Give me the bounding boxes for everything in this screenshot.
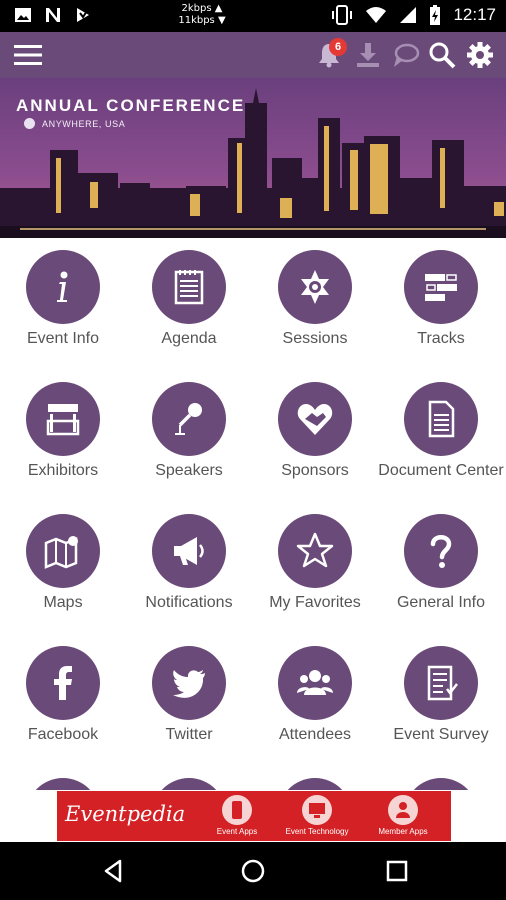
tracks-icon bbox=[404, 250, 478, 324]
chat-icon[interactable] bbox=[391, 40, 421, 70]
tile-agenda[interactable]: Agenda bbox=[126, 250, 252, 349]
network-speed: 2kbps ▲ 11kbps ▼ bbox=[172, 3, 232, 27]
phone-icon bbox=[222, 795, 252, 825]
tile-notifications[interactable]: Notifications bbox=[126, 514, 252, 613]
tile-partial[interactable] bbox=[0, 778, 126, 790]
menu-icon[interactable] bbox=[14, 43, 42, 67]
tile-label: Tracks bbox=[417, 330, 465, 347]
ad-item-label: Member Apps bbox=[378, 827, 428, 836]
tile-tracks[interactable]: Tracks bbox=[378, 250, 504, 349]
tile-partial[interactable] bbox=[126, 778, 252, 790]
partial-tile-circle bbox=[404, 778, 478, 790]
tile-label: General Info bbox=[396, 594, 486, 611]
tile-speakers[interactable]: Speakers bbox=[126, 382, 252, 481]
tile-twitter[interactable]: Twitter bbox=[126, 646, 252, 745]
partial-tile-circle bbox=[278, 778, 352, 790]
ad-content[interactable]: Eventpedia Event Apps Event Technology M… bbox=[57, 791, 451, 841]
tile-event-info[interactable]: Event Info bbox=[0, 250, 126, 349]
back-icon[interactable] bbox=[100, 858, 126, 884]
banner-location: ANYWHERE, USA bbox=[42, 119, 126, 129]
sessions-icon bbox=[278, 250, 352, 324]
notification-count-badge: 6 bbox=[329, 38, 347, 56]
tile-maps[interactable]: Maps bbox=[0, 514, 126, 613]
megaphone-icon bbox=[152, 514, 226, 588]
tile-label: Sessions bbox=[282, 330, 348, 347]
tile-label: Maps bbox=[43, 594, 83, 611]
tile-partial[interactable] bbox=[378, 778, 504, 790]
phone-screen: 2kbps ▲ 11kbps ▼ 12:17 6 ANNUAL CONFEREN… bbox=[0, 0, 506, 900]
twitter-icon bbox=[152, 646, 226, 720]
home-icon[interactable] bbox=[240, 858, 266, 884]
tile-label: Attendees bbox=[278, 726, 352, 743]
tile-general-info[interactable]: General Info bbox=[378, 514, 504, 613]
ad-item-label: Event Technology bbox=[285, 827, 349, 836]
system-nav-bar bbox=[0, 842, 506, 900]
ad-banner[interactable]: Eventpedia Event Apps Event Technology M… bbox=[0, 790, 506, 842]
wifi-icon bbox=[366, 7, 387, 23]
handshake-heart-icon bbox=[278, 382, 352, 456]
attendees-icon bbox=[278, 646, 352, 720]
tile-partial[interactable] bbox=[252, 778, 378, 790]
tile-label: Sponsors bbox=[281, 462, 349, 479]
agenda-icon bbox=[152, 250, 226, 324]
info-icon bbox=[26, 250, 100, 324]
recents-icon[interactable] bbox=[384, 858, 410, 884]
tile-label: Event Survey bbox=[393, 726, 489, 743]
tile-label: Agenda bbox=[161, 330, 217, 347]
partial-tile-circle bbox=[26, 778, 100, 790]
ad-brand-logo: Eventpedia bbox=[65, 802, 186, 826]
tile-facebook[interactable]: Facebook bbox=[0, 646, 126, 745]
battery-icon bbox=[430, 5, 441, 25]
question-icon bbox=[404, 514, 478, 588]
image-icon bbox=[15, 8, 31, 22]
tile-label: Document Center bbox=[378, 462, 504, 479]
tile-label: Facebook bbox=[27, 726, 99, 743]
ad-item-member-apps[interactable]: Member Apps bbox=[368, 795, 438, 836]
ad-item-event-apps[interactable]: Event Apps bbox=[202, 795, 272, 836]
microphone-icon bbox=[152, 382, 226, 456]
tile-exhibitors[interactable]: Exhibitors bbox=[0, 382, 126, 481]
person-icon bbox=[388, 795, 418, 825]
speed-up-text: 2kbps ▲ bbox=[181, 3, 223, 14]
monitor-icon bbox=[302, 795, 332, 825]
feature-grid: Event Info Agenda Sessions Tracks Exhibi… bbox=[0, 238, 506, 790]
tile-my-favorites[interactable]: My Favorites bbox=[252, 514, 378, 613]
partial-tile-circle bbox=[152, 778, 226, 790]
document-icon bbox=[404, 382, 478, 456]
signal-icon bbox=[400, 7, 417, 23]
tile-label: My Favorites bbox=[269, 594, 361, 611]
facebook-icon bbox=[26, 646, 100, 720]
speed-down-text: 11kbps ▼ bbox=[178, 15, 226, 26]
tile-attendees[interactable]: Attendees bbox=[252, 646, 378, 745]
location-pin-icon bbox=[24, 118, 35, 129]
star-icon bbox=[278, 514, 352, 588]
tile-label: Exhibitors bbox=[27, 462, 99, 479]
clock-time: 12:17 bbox=[453, 5, 496, 24]
tile-event-survey[interactable]: Event Survey bbox=[378, 646, 504, 745]
gear-icon[interactable] bbox=[465, 40, 495, 70]
banner-title: ANNUAL CONFERENCE bbox=[16, 96, 246, 115]
download-app-icon bbox=[77, 8, 89, 22]
ad-item-label: Event Apps bbox=[216, 827, 258, 836]
vibrate-icon bbox=[332, 5, 353, 25]
tile-document-center[interactable]: Document Center bbox=[378, 382, 504, 481]
download-icon[interactable] bbox=[353, 40, 383, 70]
tile-label: Speakers bbox=[155, 462, 223, 479]
tile-label: Notifications bbox=[145, 594, 233, 611]
tile-sponsors[interactable]: Sponsors bbox=[252, 382, 378, 481]
search-icon[interactable] bbox=[427, 40, 457, 70]
n-icon bbox=[46, 8, 60, 22]
tile-label: Event Info bbox=[26, 330, 100, 347]
exhibitor-booth-icon bbox=[26, 382, 100, 456]
map-icon bbox=[26, 514, 100, 588]
app-toolbar: 6 bbox=[0, 32, 506, 78]
status-bar: 2kbps ▲ 11kbps ▼ 12:17 bbox=[0, 0, 506, 32]
tile-sessions[interactable]: Sessions bbox=[252, 250, 378, 349]
survey-icon bbox=[404, 646, 478, 720]
ad-item-event-technology[interactable]: Event Technology bbox=[282, 795, 352, 836]
tile-label: Twitter bbox=[165, 726, 213, 743]
